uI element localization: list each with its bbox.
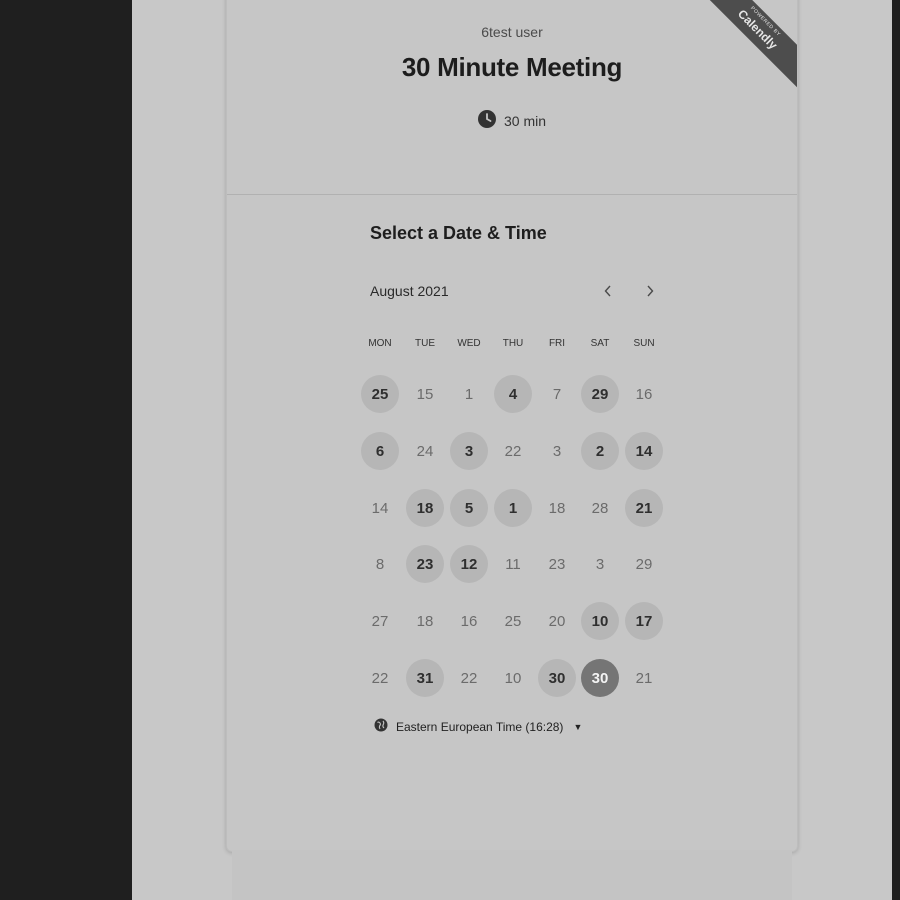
weekday-wed: WED xyxy=(457,338,481,349)
weekday-tue: TUE xyxy=(415,338,435,349)
calendar-day-available[interactable]: 25 xyxy=(361,375,399,413)
calendar-day-selected[interactable]: 30 xyxy=(581,659,619,697)
calendar-day: 25 xyxy=(504,612,522,630)
clock-icon xyxy=(477,110,496,131)
calendar-day: 16 xyxy=(460,612,478,630)
lower-panel xyxy=(232,850,792,900)
calendar-day: 18 xyxy=(548,499,566,517)
calendar-day-available[interactable]: 29 xyxy=(581,375,619,413)
calendar-day-available[interactable]: 2 xyxy=(581,432,619,470)
calendar-day: 18 xyxy=(416,612,434,630)
event-header: 6test user 30 Minute Meeting 30 min POWE… xyxy=(227,0,797,194)
window-edge xyxy=(892,0,900,900)
calendar-day: 23 xyxy=(548,555,566,573)
timezone-selector[interactable]: Eastern European Time (16:28) ▼ xyxy=(374,718,582,735)
weekday-sun: SUN xyxy=(633,338,655,349)
calendar-day: 29 xyxy=(635,555,653,573)
weekday-fri: FRI xyxy=(548,338,566,349)
calendar-day: 16 xyxy=(635,385,653,403)
calendar-day-available[interactable]: 14 xyxy=(625,432,663,470)
ribbon-powered-by: POWERED BY xyxy=(749,5,782,38)
calendar-day: 24 xyxy=(416,442,434,460)
calendar-day: 15 xyxy=(416,385,434,403)
calendar-day: 8 xyxy=(375,555,385,573)
calendar-day: 21 xyxy=(635,669,653,687)
calendar-day-available[interactable]: 6 xyxy=(361,432,399,470)
calendar-day: 14 xyxy=(371,499,389,517)
calendar-day: 28 xyxy=(591,499,609,517)
calendar-day: 27 xyxy=(371,612,389,630)
calendar-day-available[interactable]: 5 xyxy=(450,489,488,527)
calendar-day-available[interactable]: 10 xyxy=(581,602,619,640)
calendar-day-available[interactable]: 18 xyxy=(406,489,444,527)
next-month-button[interactable] xyxy=(638,279,662,303)
header-divider xyxy=(227,194,797,195)
powered-by-ribbon[interactable]: POWERED BY Calendly xyxy=(691,0,797,97)
calendar-day: 11 xyxy=(505,555,521,573)
calendar-day-available[interactable]: 23 xyxy=(406,545,444,583)
calendar-day: 22 xyxy=(460,669,478,687)
calendar-day: 20 xyxy=(548,612,566,630)
calendar-day: 22 xyxy=(371,669,389,687)
calendar-day-available[interactable]: 1 xyxy=(494,489,532,527)
calendar-day: 3 xyxy=(552,442,562,460)
prev-month-button[interactable] xyxy=(596,279,620,303)
calendar-day: 7 xyxy=(552,385,562,403)
chevron-left-icon xyxy=(604,285,611,297)
globe-icon xyxy=(374,718,388,735)
ribbon-brand: Calendly xyxy=(734,6,781,53)
calendar-day-available[interactable]: 31 xyxy=(406,659,444,697)
weekday-thu: THU xyxy=(502,338,524,349)
booking-card: 6test user 30 Minute Meeting 30 min POWE… xyxy=(226,0,798,852)
page-background: 6test user 30 Minute Meeting 30 min POWE… xyxy=(132,0,892,900)
caret-down-icon: ▼ xyxy=(573,721,583,732)
calendar-day-available[interactable]: 3 xyxy=(450,432,488,470)
calendar-day-available[interactable]: 30 xyxy=(538,659,576,697)
calendar-day: 3 xyxy=(595,555,605,573)
section-title: Select a Date & Time xyxy=(370,223,547,243)
weekday-header: MON TUE WED THU FRI SAT SUN xyxy=(227,338,797,352)
timezone-label: Eastern European Time (16:28) xyxy=(396,719,564,734)
weekday-sat: SAT xyxy=(590,338,610,349)
event-duration: 30 min xyxy=(227,110,797,131)
calendar-day: 1 xyxy=(464,385,474,403)
month-label: August 2021 xyxy=(370,283,449,299)
duration-label: 30 min xyxy=(503,112,547,129)
calendar-day: 22 xyxy=(504,442,522,460)
calendar-day-available[interactable]: 21 xyxy=(625,489,663,527)
calendar-day-available[interactable]: 17 xyxy=(625,602,663,640)
calendar-day: 10 xyxy=(504,669,522,687)
calendar-day-available[interactable]: 4 xyxy=(494,375,532,413)
weekday-mon: MON xyxy=(368,338,392,349)
calendar-day-available[interactable]: 12 xyxy=(450,545,488,583)
chevron-right-icon xyxy=(647,285,654,297)
